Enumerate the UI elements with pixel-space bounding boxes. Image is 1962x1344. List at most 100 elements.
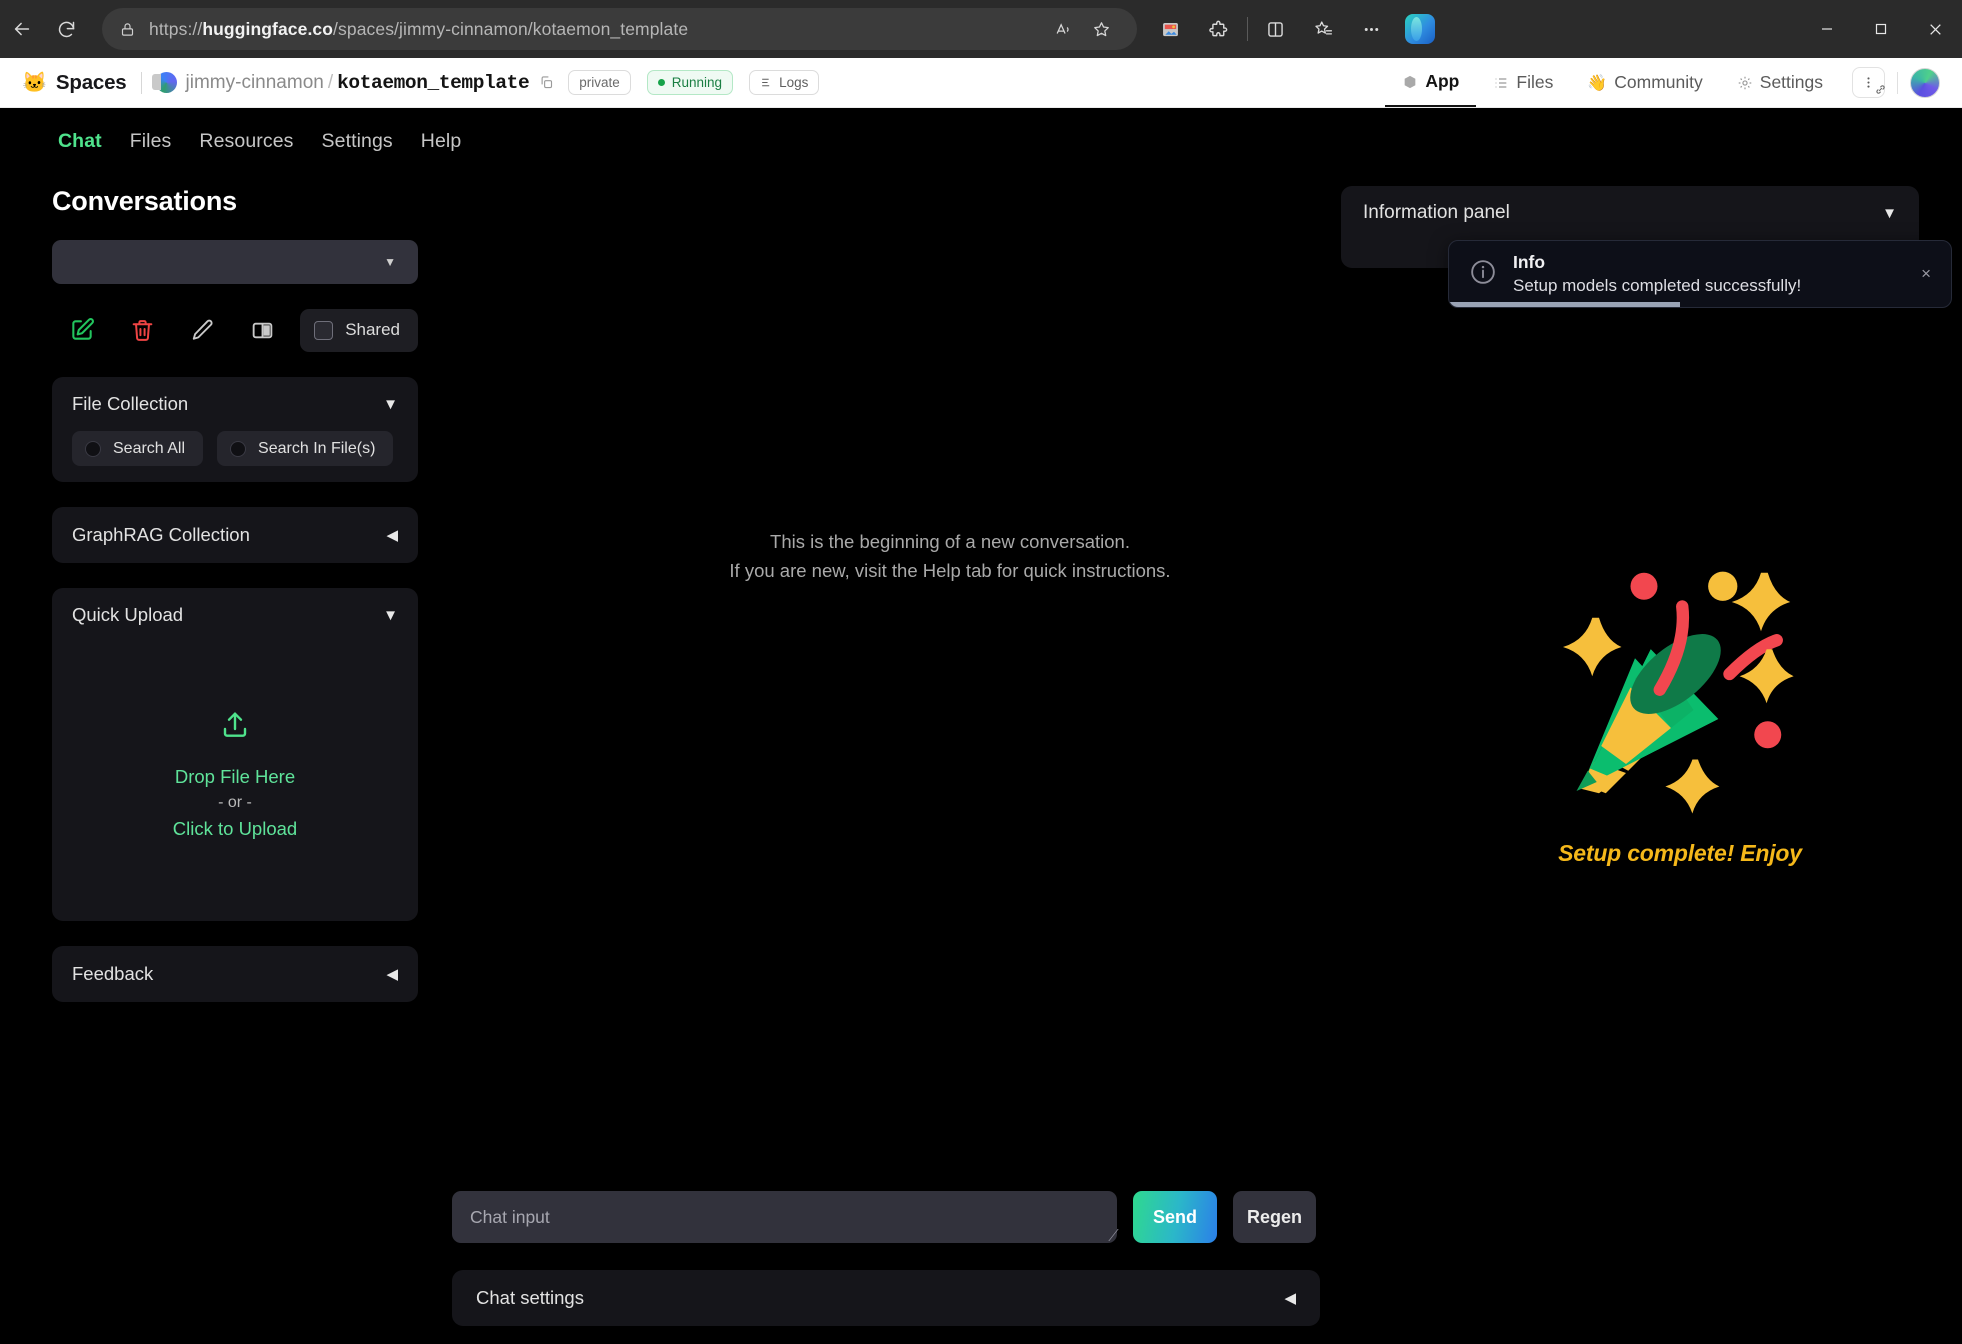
close-icon[interactable] (1908, 0, 1962, 58)
dropzone-or-text: - or - (218, 794, 252, 812)
radio-search-in-files-label: Search In File(s) (258, 440, 375, 458)
header-divider-2 (1897, 72, 1898, 94)
radio-search-in-files[interactable]: Search In File(s) (217, 431, 393, 466)
chat-input-placeholder: Chat input (470, 1207, 550, 1228)
quick-upload-title: Quick Upload (72, 604, 183, 626)
chat-settings-title: Chat settings (476, 1287, 584, 1309)
url-text: https://huggingface.co/spaces/jimmy-cinn… (149, 19, 1045, 40)
tab-files[interactable]: Files (130, 130, 200, 153)
toolbar-divider (1247, 17, 1248, 41)
spaces-emoji-icon: 🐱 (22, 73, 47, 93)
toast-close-icon[interactable]: × (1921, 264, 1931, 284)
dropzone-click-text[interactable]: Click to Upload (173, 818, 297, 840)
hf-nav-files-label: Files (1516, 72, 1553, 93)
new-conversation-icon[interactable] (52, 309, 112, 351)
rename-conversation-icon[interactable] (172, 309, 232, 351)
collections-icon[interactable] (1147, 6, 1195, 52)
shared-toggle[interactable]: Shared (300, 309, 418, 352)
copilot-icon[interactable] (1396, 6, 1444, 52)
header-more-button[interactable] (1852, 67, 1885, 98)
left-sidebar: Conversations ▼ Shared (52, 186, 418, 1002)
radio-search-all[interactable]: Search All (72, 431, 203, 466)
chat-input[interactable]: Chat input (452, 1191, 1117, 1243)
huggingface-header: 🐱 Spaces jimmy-cinnamon / kotaemon_templ… (0, 58, 1962, 108)
chevron-down-icon: ▼ (383, 608, 398, 623)
app-tabbar: Chat Files Resources Settings Help (0, 108, 1962, 153)
star-icon[interactable] (1083, 10, 1121, 48)
url-path: /spaces/jimmy-cinnamon/kotaemon_template (333, 19, 688, 39)
split-screen-icon[interactable] (1252, 6, 1300, 52)
url-scheme: https:// (149, 19, 202, 39)
chevron-down-icon: ▼ (384, 256, 396, 268)
resize-handle[interactable] (1097, 1229, 1118, 1241)
tab-settings[interactable]: Settings (322, 130, 421, 153)
status-label: Running (672, 75, 722, 90)
chat-input-row: Chat input Send Regen (452, 1191, 1316, 1243)
back-arrow-icon[interactable] (0, 7, 44, 51)
chat-settings-panel[interactable]: Chat settings ◀ (452, 1270, 1320, 1326)
file-collection-options: Search All Search In File(s) (72, 431, 398, 466)
hf-nav-settings[interactable]: Settings (1720, 58, 1840, 107)
info-toast[interactable]: Info Setup models completed successfully… (1448, 240, 1952, 308)
celebration-text: Setup complete! Enjoy (1400, 840, 1960, 867)
information-panel-header[interactable]: Information panel ▼ (1363, 202, 1897, 224)
maximize-icon[interactable] (1854, 0, 1908, 58)
files-icon (1493, 75, 1509, 91)
file-collection-header[interactable]: File Collection ▼ (72, 393, 398, 415)
graphrag-collection-panel[interactable]: GraphRAG Collection ◀ (52, 507, 418, 563)
regen-button[interactable]: Regen (1233, 1191, 1316, 1243)
read-aloud-icon[interactable] (1045, 10, 1083, 48)
hf-nav-app[interactable]: App (1385, 58, 1476, 107)
chevron-left-icon: ◀ (386, 967, 398, 982)
path-slash: / (328, 72, 333, 94)
wave-hand-icon: 👋 (1587, 73, 1607, 93)
hf-nav-files[interactable]: Files (1476, 58, 1570, 107)
lock-icon (120, 22, 135, 37)
logs-button[interactable]: Logs (749, 70, 819, 95)
extensions-icon[interactable] (1195, 6, 1243, 52)
address-bar[interactable]: https://huggingface.co/spaces/jimmy-cinn… (102, 8, 1137, 50)
file-dropzone[interactable]: Drop File Here - or - Click to Upload (72, 652, 398, 897)
info-circle-icon (1469, 258, 1497, 291)
feedback-panel[interactable]: Feedback ◀ (52, 946, 418, 1002)
hf-nav-settings-label: Settings (1760, 72, 1823, 93)
tab-resources[interactable]: Resources (199, 130, 321, 153)
hf-nav-community[interactable]: 👋 Community (1570, 58, 1719, 107)
tab-help[interactable]: Help (421, 130, 490, 153)
radio-search-all-label: Search All (113, 440, 185, 458)
gear-icon (1737, 75, 1753, 91)
user-avatar[interactable] (1910, 68, 1940, 98)
minimize-icon[interactable] (1800, 0, 1854, 58)
conversation-select[interactable]: ▼ (52, 240, 418, 284)
chevron-left-icon: ◀ (1284, 1291, 1296, 1306)
conversation-actions: Shared (52, 308, 418, 352)
empty-message-line1: This is the beginning of a new conversat… (420, 528, 1480, 557)
radio-dot-icon (85, 441, 101, 457)
chevron-down-icon: ▼ (1882, 206, 1897, 221)
toggle-panel-icon[interactable] (232, 309, 292, 351)
favorites-icon[interactable] (1300, 6, 1348, 52)
graphrag-header[interactable]: GraphRAG Collection ◀ (72, 524, 398, 546)
owner-avatar (156, 72, 177, 93)
reload-icon[interactable] (44, 7, 88, 51)
toast-message: Setup models completed successfully! (1513, 276, 1907, 296)
shared-checkbox[interactable] (314, 321, 333, 340)
owner-name[interactable]: jimmy-cinnamon (186, 72, 324, 94)
link-icon (1874, 83, 1887, 101)
more-options-icon[interactable] (1348, 6, 1396, 52)
radio-dot-icon (230, 441, 246, 457)
url-domain: huggingface.co (202, 19, 333, 39)
feedback-header[interactable]: Feedback ◀ (72, 963, 398, 985)
quick-upload-panel: Quick Upload ▼ Drop File Here - or - Cli… (52, 588, 418, 921)
quick-upload-header[interactable]: Quick Upload ▼ (72, 604, 398, 626)
delete-conversation-icon[interactable] (112, 309, 172, 351)
repo-name[interactable]: kotaemon_template (337, 72, 529, 94)
party-popper-icon (1545, 548, 1815, 818)
cube-icon (1402, 74, 1418, 90)
empty-conversation-message: This is the beginning of a new conversat… (420, 528, 1480, 585)
information-panel-title: Information panel (1363, 202, 1510, 224)
tab-chat[interactable]: Chat (52, 130, 130, 153)
send-button[interactable]: Send (1133, 1191, 1217, 1243)
spaces-label[interactable]: Spaces (56, 71, 127, 95)
copy-icon[interactable] (539, 75, 554, 90)
